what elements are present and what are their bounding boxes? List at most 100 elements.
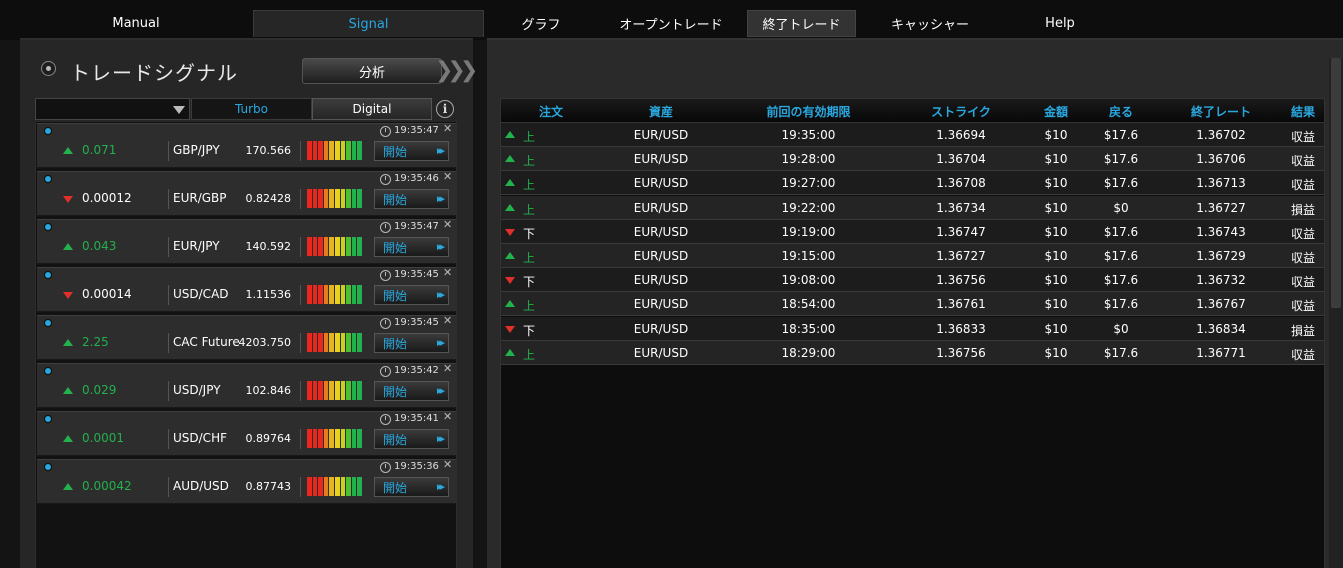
table-row[interactable]: 上 EUR/USD 19:35:00 1.36694 $10 $17.6 1.36702 収益 xyxy=(501,123,1324,147)
cell-asset: EUR/USD xyxy=(633,176,689,191)
analyze-button[interactable]: 分析 xyxy=(302,58,442,84)
cell-order: 下 xyxy=(523,323,536,338)
strength-meter xyxy=(307,381,362,400)
tab-graph[interactable]: グラフ xyxy=(500,10,582,37)
clock-icon xyxy=(380,366,391,377)
cell-amount: $10 xyxy=(1044,273,1068,288)
info-icon[interactable]: i xyxy=(436,100,454,118)
meter-bar xyxy=(340,381,346,400)
cell-close-rate: 1.36702 xyxy=(1196,128,1246,142)
tab-closed-trades[interactable]: 終了トレード xyxy=(747,10,856,37)
meter-bar xyxy=(334,189,340,208)
chevron-right-icon: ▸▸ xyxy=(436,192,445,205)
table-row[interactable]: 上 EUR/USD 18:54:00 1.36761 $10 $17.6 1.36767 収益 xyxy=(501,292,1324,317)
chevron-right-icon: ▸▸ xyxy=(436,384,445,397)
signal-pair: USD/CAD xyxy=(173,287,229,301)
header-close-rate[interactable]: 終了レート xyxy=(1171,103,1271,120)
start-button[interactable]: 開始 ▸▸ xyxy=(374,477,449,497)
table-row[interactable]: 上 EUR/USD 18:29:00 1.36756 $10 $17.6 1.36771 収益 xyxy=(501,340,1324,365)
signal-time: 19:35:45 xyxy=(394,317,439,328)
arrow-down-icon xyxy=(505,325,515,333)
arrow-up-icon xyxy=(63,483,73,490)
signal-value: 0.00042 xyxy=(82,479,132,493)
close-icon[interactable]: ✕ xyxy=(443,314,452,327)
start-button[interactable]: 開始 ▸▸ xyxy=(374,141,449,161)
tab-help[interactable]: Help xyxy=(1020,10,1100,37)
meter-bar xyxy=(329,477,334,496)
signal-time: 19:35:46 xyxy=(394,173,439,184)
start-button[interactable]: 開始 ▸▸ xyxy=(374,237,449,257)
table-row[interactable]: 上 EUR/USD 19:15:00 1.36727 $10 $17.6 1.36729 収益 xyxy=(501,244,1324,268)
divider xyxy=(168,141,169,161)
radio-icon[interactable] xyxy=(41,61,56,76)
start-button[interactable]: 開始 ▸▸ xyxy=(374,189,449,209)
cell-strike: 1.36833 xyxy=(936,321,986,336)
vertical-scrollbar[interactable] xyxy=(1329,58,1343,568)
close-icon[interactable]: ✕ xyxy=(443,458,452,471)
cell-result: 収益 xyxy=(1290,347,1315,362)
table-row[interactable]: 上 EUR/USD 19:22:00 1.36734 $10 $0 1.36727 損益 xyxy=(501,195,1324,220)
cell-order: 下 xyxy=(523,275,536,290)
signal-value: 0.071 xyxy=(82,143,117,157)
cell-order: 下 xyxy=(523,226,536,241)
signal-pair: GBP/JPY xyxy=(173,143,220,157)
panel-title: トレードシグナル xyxy=(70,61,238,85)
meter-bar xyxy=(323,285,329,304)
header-expiry[interactable]: 前回の有効期限 xyxy=(746,103,871,120)
header-result[interactable]: 結果 xyxy=(1283,103,1323,120)
close-icon[interactable]: ✕ xyxy=(443,410,452,423)
cell-amount: $10 xyxy=(1044,297,1068,312)
divider xyxy=(300,477,301,497)
table-row[interactable]: 下 EUR/USD 19:19:00 1.36747 $10 $17.6 1.36743 収益 xyxy=(501,219,1324,244)
start-button[interactable]: 開始 ▸▸ xyxy=(374,333,449,353)
close-icon[interactable]: ✕ xyxy=(443,122,452,135)
close-icon[interactable]: ✕ xyxy=(443,362,452,375)
divider xyxy=(300,189,301,209)
cell-asset: EUR/USD xyxy=(633,273,689,288)
meter-bar xyxy=(329,285,334,304)
filter-digital-button[interactable]: Digital xyxy=(312,98,432,120)
cell-asset: EUR/USD xyxy=(633,249,689,263)
start-label: 開始 xyxy=(383,432,408,447)
close-icon[interactable]: ✕ xyxy=(443,218,452,231)
start-button[interactable]: 開始 ▸▸ xyxy=(374,285,449,305)
header-order[interactable]: 注文 xyxy=(526,103,576,120)
tab-open-trades[interactable]: オープントレード xyxy=(606,10,736,37)
table-row[interactable]: 下 EUR/USD 19:08:00 1.36756 $10 $17.6 1.36732 収益 xyxy=(501,268,1324,293)
header-asset[interactable]: 資産 xyxy=(621,103,701,120)
start-button[interactable]: 開始 ▸▸ xyxy=(374,429,449,449)
tab-manual[interactable]: Manual xyxy=(56,10,216,37)
chevron-right-icon: ▸▸ xyxy=(436,144,445,157)
meter-bar xyxy=(307,429,312,448)
signal-list: 19:35:47 ✕ 0.071 GBP/JPY 170.566 開始 ▸▸ 19:35:46… xyxy=(35,122,457,568)
cell-result: 収益 xyxy=(1290,130,1315,144)
asset-filter-dropdown[interactable] xyxy=(35,98,190,120)
top-navigation: Manual Signal グラフ オープントレード 終了トレード キャッシャー… xyxy=(0,0,1343,40)
cell-close-rate: 1.36732 xyxy=(1196,273,1246,288)
cell-strike: 1.36694 xyxy=(936,128,986,142)
tab-signal[interactable]: Signal xyxy=(253,10,484,37)
signal-row: 19:35:45 ✕ 0.00014 USD/CAD 1.11536 開始 ▸▸ xyxy=(37,266,456,312)
strength-meter xyxy=(307,477,362,496)
start-button[interactable]: 開始 ▸▸ xyxy=(374,381,449,401)
cell-expiry: 19:22:00 xyxy=(781,200,836,215)
signal-value: 0.043 xyxy=(82,239,117,253)
table-row[interactable]: 上 EUR/USD 19:28:00 1.36704 $10 $17.6 1.36706 収益 xyxy=(501,147,1324,172)
divider xyxy=(168,333,169,353)
meter-bar xyxy=(312,285,318,304)
header-return[interactable]: 戻る xyxy=(1096,103,1146,120)
close-icon[interactable]: ✕ xyxy=(443,266,452,279)
header-strike[interactable]: ストライク xyxy=(916,103,1006,120)
filter-turbo-button[interactable]: Turbo xyxy=(191,98,312,120)
scrollbar-thumb[interactable] xyxy=(1331,58,1341,308)
header-amount[interactable]: 金額 xyxy=(1031,103,1081,120)
clock-icon xyxy=(380,174,391,185)
close-icon[interactable]: ✕ xyxy=(443,170,452,183)
meter-bar xyxy=(346,285,351,304)
table-row[interactable]: 下 EUR/USD 18:35:00 1.36833 $10 $0 1.36834 損益 xyxy=(501,316,1324,341)
signal-price: 0.87743 xyxy=(245,480,292,493)
tab-cashier[interactable]: キャッシャー xyxy=(870,10,990,37)
table-row[interactable]: 上 EUR/USD 19:27:00 1.36708 $10 $17.6 1.36713 収益 xyxy=(501,171,1324,196)
meter-bar xyxy=(357,333,362,352)
signal-row: 19:35:41 ✕ 0.0001 USD/CHF 0.89764 開始 ▸▸ xyxy=(37,410,456,456)
